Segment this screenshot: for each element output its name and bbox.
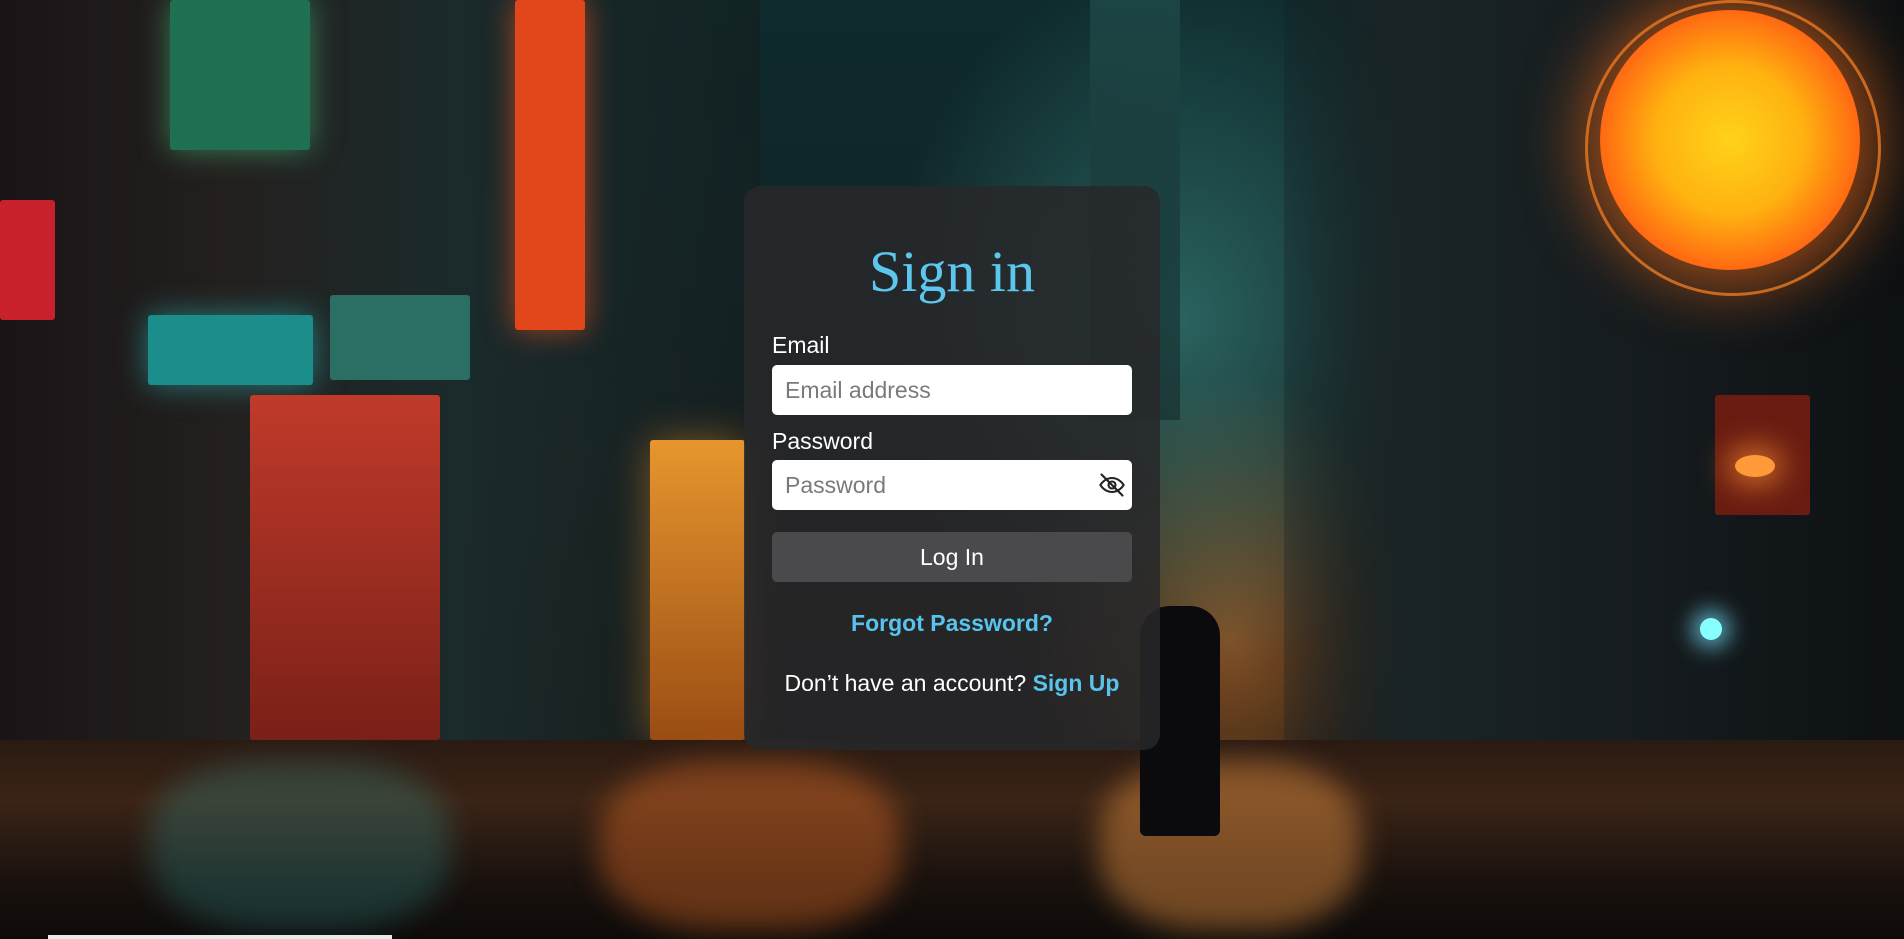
password-field[interactable] [772, 460, 1132, 510]
background-neon-sign [170, 0, 310, 150]
email-field[interactable] [772, 365, 1132, 415]
background-neon-sign [330, 295, 470, 380]
login-card: Sign in Email Password Log In Forgot Pas… [744, 186, 1160, 750]
progress-line [48, 935, 392, 939]
background-neon-sign [148, 315, 313, 385]
forgot-password-link[interactable]: Forgot Password? [744, 610, 1160, 637]
background-neon-sign [515, 0, 585, 330]
page-title: Sign in [869, 239, 1035, 304]
background-reflection [1100, 760, 1360, 930]
password-label: Password [772, 428, 873, 454]
background-shop-window [650, 440, 745, 740]
signup-link[interactable]: Sign Up [1033, 670, 1120, 696]
eye-off-icon[interactable] [1098, 471, 1126, 499]
login-button[interactable]: Log In [772, 532, 1132, 582]
background-reflection [600, 760, 900, 930]
background-neon-sign [0, 200, 55, 320]
signup-prompt: Don’t have an account? [784, 670, 1027, 696]
email-label: Email [772, 332, 830, 358]
signup-row: Don’t have an account? Sign Up [772, 670, 1132, 697]
background-reflection [150, 760, 450, 930]
background-shop-window [250, 395, 440, 740]
background-neon-circle [1600, 10, 1860, 270]
background-lamp [1700, 618, 1722, 640]
background-figure-head [1160, 606, 1188, 642]
background-lamp [1735, 455, 1775, 477]
